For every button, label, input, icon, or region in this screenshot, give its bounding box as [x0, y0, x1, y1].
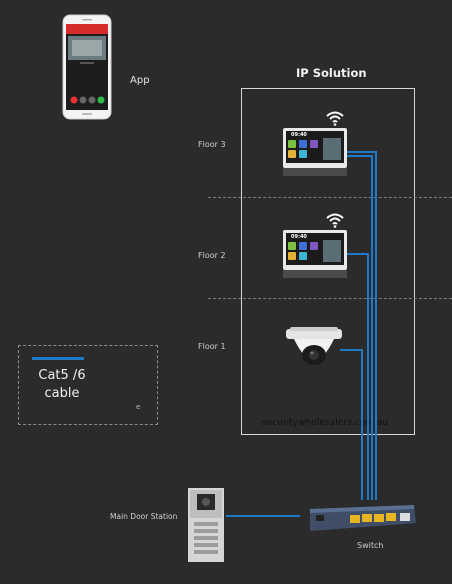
watermark: securitywholesalers.com.au [262, 418, 389, 428]
floor-label-1: Floor 1 [198, 342, 226, 351]
door-station-icon [188, 488, 224, 562]
monitor-time: 09:40 [291, 132, 307, 138]
network-switch-icon [306, 501, 418, 533]
wifi-icon [325, 110, 345, 126]
switch-label: Switch [357, 541, 384, 550]
cable-legend-text: cable [44, 386, 80, 401]
dome-camera-icon [286, 321, 342, 377]
wifi-icon [325, 212, 345, 228]
cable-legend-line [32, 357, 84, 360]
smartphone-icon [62, 14, 112, 120]
solution-title: IP Solution [296, 66, 367, 80]
cable-legend-text: Cat5 /6 [38, 368, 86, 383]
app-label: App [130, 75, 150, 86]
monitor-time: 09:40 [291, 234, 307, 240]
floor-label-3: Floor 3 [198, 140, 226, 149]
floor-divider [208, 298, 452, 299]
legend-mark: e [136, 403, 141, 411]
floor-label-2: Floor 2 [198, 251, 226, 260]
door-station-label: Main Door Station [110, 512, 178, 521]
floor-divider [208, 197, 452, 198]
